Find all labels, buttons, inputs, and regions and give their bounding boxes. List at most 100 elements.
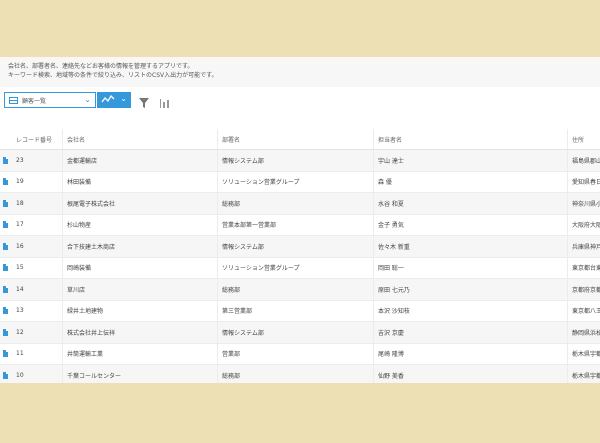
bar-chart-icon [160,99,169,108]
document-icon[interactable] [3,350,8,358]
department-name: 総務部 [217,192,374,215]
record-number: 23 [12,149,63,172]
department-name: 総務部 [217,364,374,383]
document-icon[interactable] [3,178,8,186]
department-name: 情報システム部 [217,149,374,172]
department-name: 第三営業部 [217,300,374,322]
table-row[interactable]: 11 井筒運輸工業 営業部 尾崎 隆博 栃木県宇都宮市×××× [0,343,600,365]
column-header[interactable]: 部署名 [217,129,374,150]
company-name: 金都運輸店 [62,149,218,172]
view-selector-label: 顧客一覧 [22,98,47,105]
column-header[interactable]: 住所 [567,129,600,150]
address: 京都府京都市×××× [567,278,600,301]
department-name: ソリューション営業グループ [217,171,374,193]
record-number: 11 [12,343,63,365]
company-name: 合下技建土木商店 [62,235,218,258]
document-icon[interactable] [3,156,8,164]
department-name: 総務部 [217,278,374,301]
department-name: 情報システム部 [217,321,374,344]
app-description: 会社名、部署者名、連絡先などお客様の情報を管理するアプリです。 キーワード検索、… [8,62,218,80]
table-row[interactable]: 12 株式会社井上伝祥 情報システム部 吉沢 京慶 静岡県浜松市×××× [0,321,600,344]
contact-name: 原田 七元乃 [373,278,568,301]
table-row[interactable]: 23 金都運輸店 情報システム部 宇山 達士 福島県郡山市×××× [0,149,600,172]
company-name: 井筒運輸工業 [62,343,218,365]
view-selector[interactable]: 顧客一覧 ⌄ [4,92,96,108]
table-row[interactable]: 15 岡崎装備 ソリューション営業グループ 岡田 聡一 東京都台東区×××× [0,257,600,279]
table-row[interactable]: 18 根尾電子株式会社 総務部 水谷 和夏 神奈川県小田原市×××× [0,192,600,215]
table-row[interactable]: 14 草川店 総務部 原田 七元乃 京都府京都市×××× [0,278,600,301]
record-number: 16 [12,235,63,258]
department-name: 営業本部第一営業部 [217,214,374,236]
chart-button[interactable] [159,94,171,113]
company-name: 杉山物産 [62,214,218,236]
table-row[interactable]: 17 杉山物産 営業本部第一営業部 金子 勇気 大阪府大阪市北区梅田×××× [0,214,600,236]
list-icon [9,97,18,104]
contact-name: 尾崎 隆博 [373,343,568,365]
contact-name: 仙野 美香 [373,364,568,383]
document-icon[interactable] [3,242,8,250]
address: 静岡県浜松市×××× [567,321,600,344]
filter-icon [139,98,149,108]
address: 栃木県宇都宮市×××× [567,364,600,383]
table-row[interactable]: 16 合下技建土木商店 情報システム部 佐々木 新重 兵庫県神戸市東灘区×××× [0,235,600,258]
contact-name: 吉沢 京慶 [373,321,568,344]
department-name: 営業部 [217,343,374,365]
contact-name: 佐々木 新重 [373,235,568,258]
table-header-row: レコード番号 会社名 部署名 担当者名 住所 [0,129,600,150]
graph-button[interactable]: ⌄ [97,92,131,108]
record-number: 18 [12,192,63,215]
table-row[interactable]: 19 林田装備 ソリューション営業グループ 森 優 愛知県春日井市×××× [0,171,600,193]
address: 大阪府大阪市北区梅田×××× [567,214,600,236]
company-name: 岡崎装備 [62,257,218,279]
contact-name: 宇山 達士 [373,149,568,172]
record-table: レコード番号 会社名 部署名 担当者名 住所 23 金都運輸店 情報システム部 … [0,129,600,383]
contact-name: 水谷 和夏 [373,192,568,215]
document-icon[interactable] [3,264,8,272]
record-number: 17 [12,214,63,236]
chevron-down-icon: ⌄ [84,95,91,104]
column-header[interactable]: 担当者名 [373,129,568,150]
company-name: 株式会社井上伝祥 [62,321,218,344]
contact-name: 本沢 沙知枝 [373,300,568,322]
department-name: 情報システム部 [217,235,374,258]
document-icon[interactable] [3,285,8,293]
company-name: 草川店 [62,278,218,301]
address: 兵庫県神戸市東灘区×××× [567,235,600,258]
record-number: 12 [12,321,63,344]
address: 栃木県宇都宮市×××× [567,343,600,365]
record-list: レコード番号 会社名 部署名 担当者名 住所 23 金都運輸店 情報システム部 … [0,129,600,383]
document-icon[interactable] [3,307,8,315]
company-name: 千葉コールセンター [62,364,218,383]
document-icon[interactable] [3,328,8,336]
address: 神奈川県小田原市×××× [567,192,600,215]
document-icon[interactable] [3,371,8,379]
address: 東京都台東区×××× [567,257,600,279]
contact-name: 金子 勇気 [373,214,568,236]
company-name: 林田装備 [62,171,218,193]
document-icon[interactable] [3,199,8,207]
record-number: 14 [12,278,63,301]
column-header[interactable]: 会社名 [62,129,218,150]
record-number: 13 [12,300,63,322]
address: 福島県郡山市×××× [567,149,600,172]
document-icon[interactable] [3,221,8,229]
company-name: 緑井土地建物 [62,300,218,322]
record-number: 19 [12,171,63,193]
record-number: 15 [12,257,63,279]
table-row[interactable]: 10 千葉コールセンター 総務部 仙野 美香 栃木県宇都宮市×××× [0,364,600,383]
graph-icon [101,95,115,103]
column-header[interactable]: レコード番号 [12,129,63,150]
contact-name: 岡田 聡一 [373,257,568,279]
description-line-2: キーワード検索、地域等の条件で絞り込み、リストのCSV入出力が可能です。 [8,72,218,79]
contact-name: 森 優 [373,171,568,193]
filter-button[interactable] [138,94,150,113]
chevron-down-icon: ⌄ [120,94,127,103]
address: 東京都八王子市×××× [567,300,600,322]
description-line-1: 会社名、部署者名、連絡先などお客様の情報を管理するアプリです。 [8,63,194,70]
app-window: 会社名、部署者名、連絡先などお客様の情報を管理するアプリです。 キーワード検索、… [0,57,600,383]
department-name: ソリューション営業グループ [217,257,374,279]
address: 愛知県春日井市×××× [567,171,600,193]
company-name: 根尾電子株式会社 [62,192,218,215]
table-row[interactable]: 13 緑井土地建物 第三営業部 本沢 沙知枝 東京都八王子市×××× [0,300,600,322]
record-number: 10 [12,364,63,383]
